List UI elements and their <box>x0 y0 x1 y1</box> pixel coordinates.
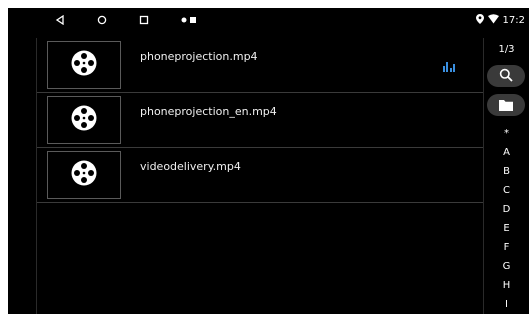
index-letter[interactable]: * <box>484 124 529 143</box>
clock-time: 17:2 <box>502 14 525 26</box>
film-reel-icon <box>71 160 97 190</box>
file-name: phoneprojection.mp4 <box>140 50 258 63</box>
index-letter[interactable]: E <box>484 219 529 238</box>
index-letter[interactable]: C <box>484 181 529 200</box>
index-letter[interactable]: H <box>484 276 529 295</box>
alphabet-index[interactable]: * A B C D E F G H I <box>484 124 529 314</box>
folder-icon <box>499 96 513 115</box>
index-letter[interactable]: A <box>484 143 529 162</box>
file-row[interactable]: phoneprojection.mp4 <box>37 38 483 93</box>
search-icon <box>499 67 513 86</box>
location-icon <box>475 13 484 27</box>
file-list[interactable]: phoneprojection.mp4 phoneprojection_en.m… <box>36 38 484 314</box>
home-icon[interactable] <box>94 12 110 28</box>
wifi-icon <box>487 13 499 27</box>
now-playing-icon <box>442 62 455 72</box>
file-name: phoneprojection_en.mp4 <box>140 105 277 118</box>
index-letter[interactable]: D <box>484 200 529 219</box>
video-thumbnail <box>47 96 121 144</box>
status-indicators: 17:2 <box>475 12 525 28</box>
screen: 17:2 phoneprojection.mp4 phoneprojection… <box>8 8 529 314</box>
index-letter[interactable]: I <box>484 295 529 314</box>
film-reel-icon <box>71 50 97 80</box>
file-row[interactable]: phoneprojection_en.mp4 <box>37 93 483 148</box>
index-letter[interactable]: G <box>484 257 529 276</box>
index-letter[interactable]: B <box>484 162 529 181</box>
sidebar: 1/3 * A B C D E F G H I <box>484 38 529 314</box>
notification-dots-icon <box>178 12 200 28</box>
search-button[interactable] <box>487 65 525 87</box>
video-thumbnail <box>47 41 121 89</box>
file-name: videodelivery.mp4 <box>140 160 241 173</box>
index-letter[interactable]: F <box>484 238 529 257</box>
film-reel-icon <box>71 105 97 135</box>
recents-icon[interactable] <box>136 12 152 28</box>
back-icon[interactable] <box>52 12 68 28</box>
status-bar: 17:2 <box>8 8 529 32</box>
folder-button[interactable] <box>487 94 525 116</box>
file-row[interactable]: videodelivery.mp4 <box>37 148 483 203</box>
video-thumbnail <box>47 151 121 199</box>
page-indicator: 1/3 <box>498 44 515 55</box>
